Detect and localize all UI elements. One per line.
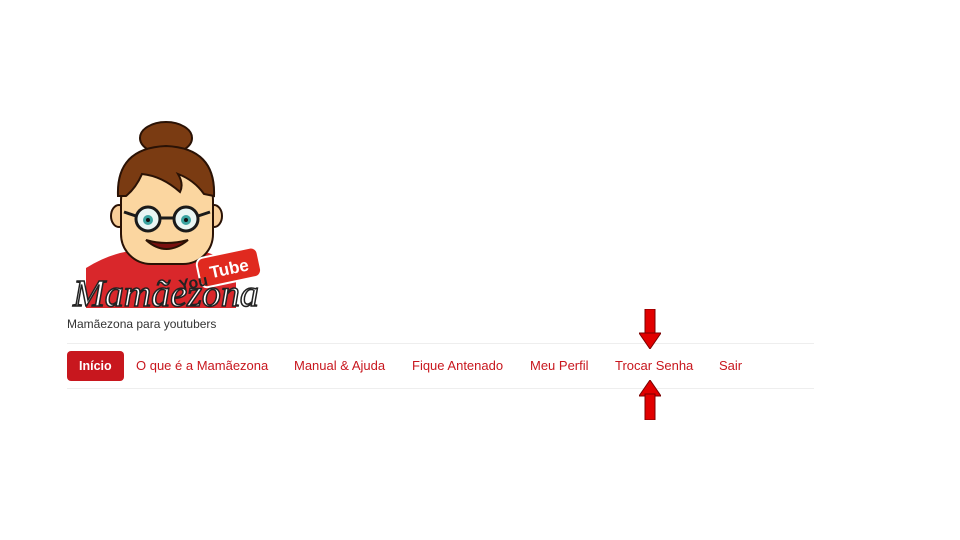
main-nav: Início O que é a Mamãezona Manual & Ajud… [67, 343, 814, 389]
nav-item-meu-perfil[interactable]: Meu Perfil [530, 351, 589, 381]
logo-wordmark: Mamãezona [72, 273, 259, 315]
nav-item-trocar-senha[interactable]: Trocar Senha [615, 351, 693, 381]
nav-item-fique-antenado[interactable]: Fique Antenado [412, 351, 503, 381]
nav-item-manual-ajuda[interactable]: Manual & Ajuda [294, 351, 385, 381]
arrow-down-icon [639, 309, 661, 349]
nav-item-o-que-e[interactable]: O que é a Mamãezona [136, 351, 268, 381]
site-logo[interactable]: Tube You Mamãezona [66, 118, 266, 316]
nav-item-inicio[interactable]: Início [67, 351, 124, 381]
nav-item-sair[interactable]: Sair [719, 351, 742, 381]
page: Tube You Mamãezona Mamãezona para youtub… [0, 0, 960, 540]
site-tagline: Mamãezona para youtubers [67, 317, 217, 331]
arrow-up-icon [639, 380, 661, 420]
